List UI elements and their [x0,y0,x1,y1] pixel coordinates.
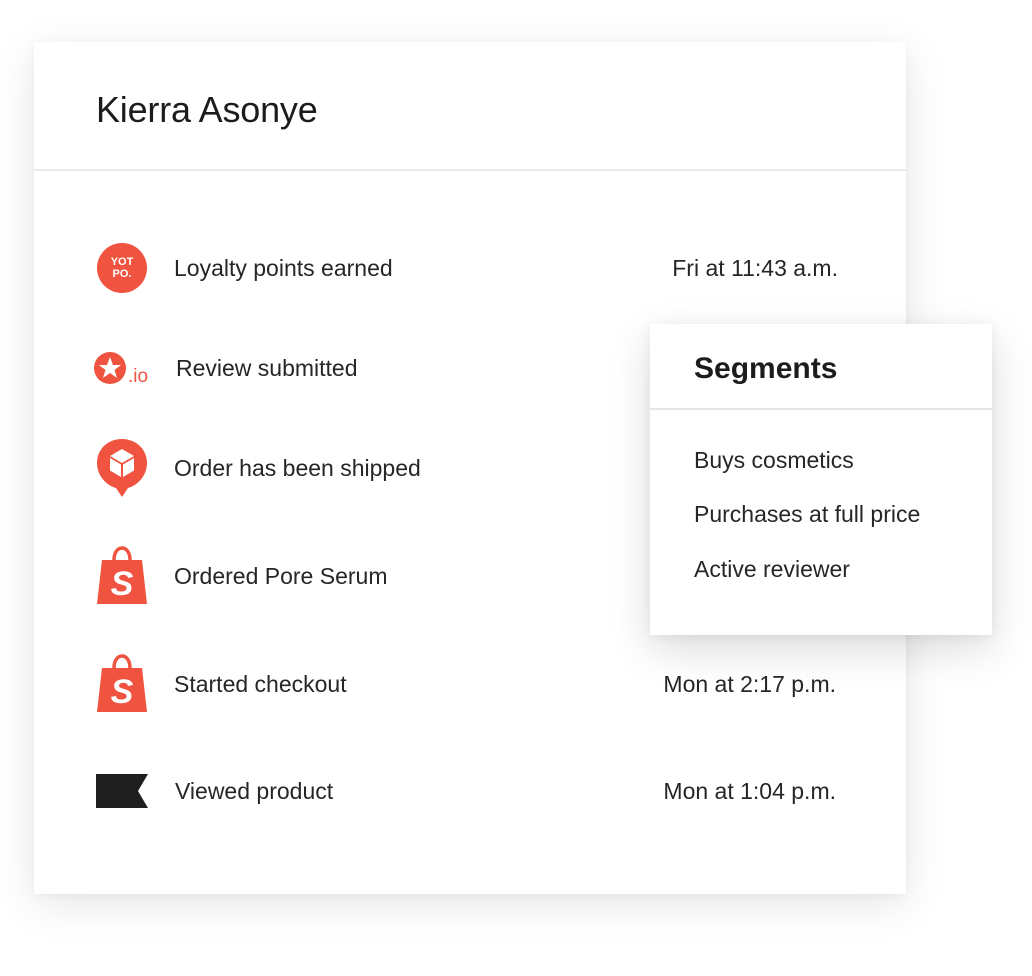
segment-item[interactable]: Purchases at full price [694,500,920,528]
profile-name: Kierra Asonye [96,89,318,130]
activity-row[interactable]: S Started checkout Mon at 2:17 p.m. [34,654,906,714]
shopify-bag-icon: S [94,544,150,608]
activity-label: Order has been shipped [174,455,421,481]
activity-label: Ordered Pore Serum [174,563,388,589]
activity-label: Viewed product [175,778,334,804]
activity-row[interactable]: Viewed product Mon at 1:04 p.m. [34,761,906,821]
activity-label: Loyalty points earned [174,255,393,281]
activity-time: Mon at 2:17 p.m. [663,671,836,697]
activity-label: Review submitted [176,355,358,381]
shipping-box-pin-icon [94,436,150,500]
shopify-bag-icon: S [94,652,150,716]
profile-header: Kierra Asonye [34,42,906,171]
svg-text:.io: .io [128,366,148,387]
segment-item[interactable]: Buys cosmetics [694,446,854,474]
segments-title: Segments [694,352,838,385]
yotpo-logo-icon: YOT PO. [94,240,150,296]
reviews-io-logo-icon: .io [92,340,158,396]
activity-time: Fri at 11:43 a.m. [672,255,838,281]
svg-text:S: S [111,565,134,603]
segment-item[interactable]: Active reviewer [694,555,850,583]
segments-panel: Segments Buys cosmetics Purchases at ful… [650,324,992,635]
activity-row[interactable]: YOT PO. Loyalty points earned Fri at 11:… [34,238,906,298]
activity-label: Started checkout [174,671,347,697]
svg-text:PO.: PO. [113,268,132,280]
flag-icon [94,763,150,819]
svg-text:S: S [111,673,134,711]
segments-header: Segments [650,324,992,410]
svg-text:YOT: YOT [111,256,134,268]
activity-time: Mon at 1:04 p.m. [663,778,836,804]
